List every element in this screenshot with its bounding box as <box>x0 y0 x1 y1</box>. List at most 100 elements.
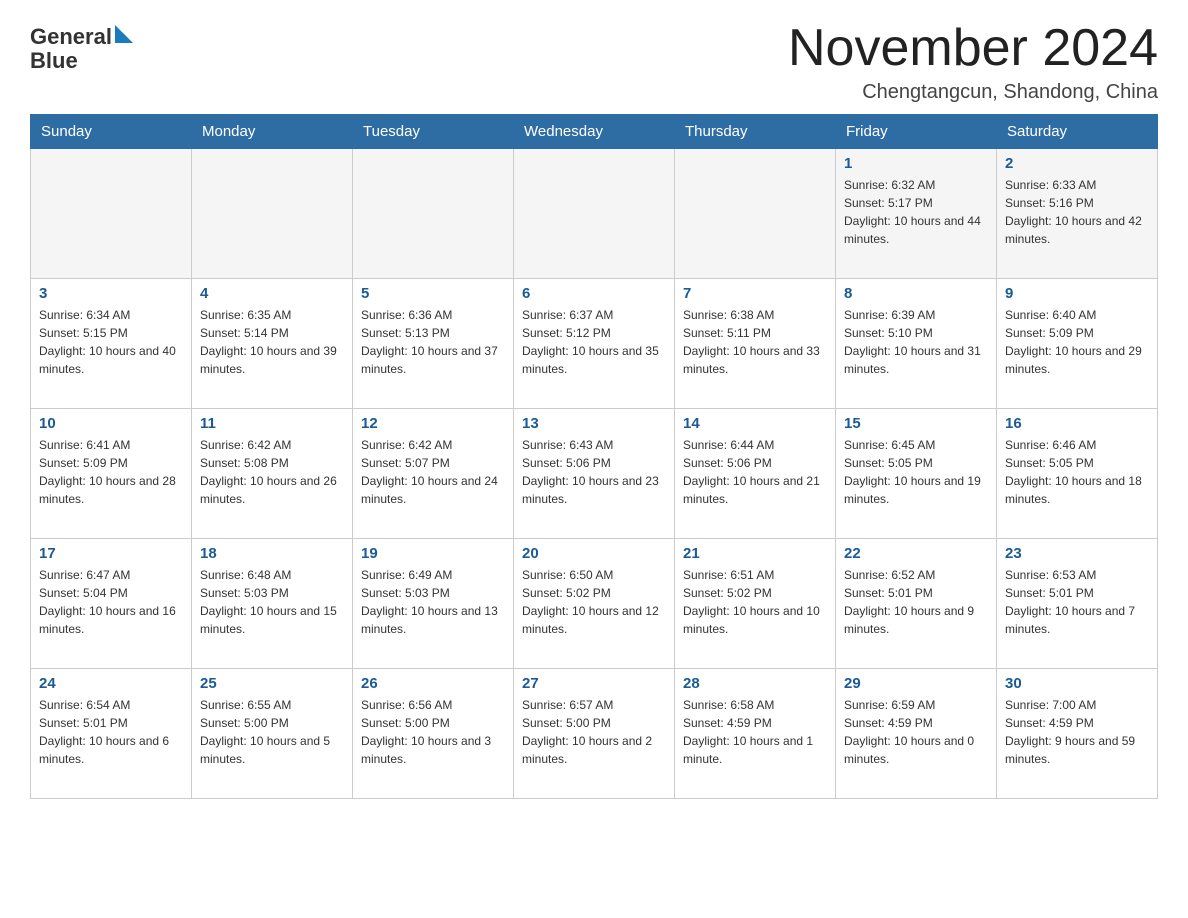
day-number: 3 <box>39 285 183 302</box>
day-number: 6 <box>522 285 666 302</box>
calendar-cell: 5 Sunrise: 6:36 AMSunset: 5:13 PMDaylight… <box>353 279 514 409</box>
calendar-cell: 8Sunrise: 6:39 AMSunset: 5:10 PMDaylight… <box>836 279 997 409</box>
day-number: 12 <box>361 415 505 432</box>
day-info: Sunrise: 7:00 AMSunset: 4:59 PMDaylight:… <box>1005 696 1149 768</box>
title-block: November 2024 Chengtangcun, Shandong, Ch… <box>788 20 1158 104</box>
location: Chengtangcun, Shandong, China <box>788 81 1158 104</box>
calendar-cell: 7 Sunrise: 6:38 AMSunset: 5:11 PMDaylight… <box>675 279 836 409</box>
day-number: 20 <box>522 545 666 562</box>
day-number: 24 <box>39 675 183 692</box>
day-info: Sunrise: 6:44 AMSunset: 5:06 PMDaylight:… <box>683 436 827 508</box>
weekday-header-friday: Friday <box>836 115 997 149</box>
day-info: Sunrise: 6:56 AMSunset: 5:00 PMDaylight:… <box>361 696 505 768</box>
day-info: Sunrise: 6:51 AMSunset: 5:02 PMDaylight:… <box>683 566 827 638</box>
calendar-cell: 26 Sunrise: 6:56 AMSunset: 5:00 PMDayligh… <box>353 669 514 799</box>
logo-block: General Blue <box>30 25 133 73</box>
day-info: Sunrise: 6:54 AMSunset: 5:01 PMDaylight:… <box>39 696 183 768</box>
day-info: Sunrise: 6:32 AMSunset: 5:17 PMDaylight:… <box>844 176 988 248</box>
day-info: Sunrise: 6:52 AMSunset: 5:01 PMDaylight:… <box>844 566 988 638</box>
calendar-cell: 25 Sunrise: 6:55 AMSunset: 5:00 PMDayligh… <box>192 669 353 799</box>
calendar-cell: 10 Sunrise: 6:41 AMSunset: 5:09 PMDayligh… <box>31 409 192 539</box>
day-number: 13 <box>522 415 666 432</box>
week-row-4: 17 Sunrise: 6:47 AMSunset: 5:04 PMDayligh… <box>31 539 1158 669</box>
day-info: Sunrise: 6:38 AMSunset: 5:11 PMDaylight:… <box>683 306 827 378</box>
calendar-cell: 15Sunrise: 6:45 AMSunset: 5:05 PMDayligh… <box>836 409 997 539</box>
calendar-cell: 29 Sunrise: 6:59 AMSunset: 4:59 PMDayligh… <box>836 669 997 799</box>
calendar-cell: 14 Sunrise: 6:44 AMSunset: 5:06 PMDayligh… <box>675 409 836 539</box>
day-info: Sunrise: 6:46 AMSunset: 5:05 PMDaylight:… <box>1005 436 1149 508</box>
calendar-cell: 2 Sunrise: 6:33 AMSunset: 5:16 PMDaylight… <box>997 149 1158 279</box>
calendar-cell: 11Sunrise: 6:42 AMSunset: 5:08 PMDayligh… <box>192 409 353 539</box>
day-info: Sunrise: 6:47 AMSunset: 5:04 PMDaylight:… <box>39 566 183 638</box>
day-info: Sunrise: 6:33 AMSunset: 5:16 PMDaylight:… <box>1005 176 1149 248</box>
weekday-header-row: SundayMondayTuesdayWednesdayThursdayFrid… <box>31 115 1158 149</box>
week-row-3: 10 Sunrise: 6:41 AMSunset: 5:09 PMDayligh… <box>31 409 1158 539</box>
day-info: Sunrise: 6:59 AMSunset: 4:59 PMDaylight:… <box>844 696 988 768</box>
calendar-cell: 27 Sunrise: 6:57 AMSunset: 5:00 PMDayligh… <box>514 669 675 799</box>
day-number: 14 <box>683 415 827 432</box>
calendar-cell <box>192 149 353 279</box>
day-number: 2 <box>1005 155 1149 172</box>
day-info: Sunrise: 6:43 AMSunset: 5:06 PMDaylight:… <box>522 436 666 508</box>
day-number: 30 <box>1005 675 1149 692</box>
day-info: Sunrise: 6:39 AMSunset: 5:10 PMDaylight:… <box>844 306 988 378</box>
calendar-cell: 23 Sunrise: 6:53 AMSunset: 5:01 PMDayligh… <box>997 539 1158 669</box>
day-info: Sunrise: 6:49 AMSunset: 5:03 PMDaylight:… <box>361 566 505 638</box>
day-number: 10 <box>39 415 183 432</box>
day-info: Sunrise: 6:50 AMSunset: 5:02 PMDaylight:… <box>522 566 666 638</box>
day-number: 26 <box>361 675 505 692</box>
logo-triangle-icon <box>115 25 133 43</box>
logo-text-general: General <box>30 25 112 49</box>
calendar-cell: 24 Sunrise: 6:54 AMSunset: 5:01 PMDayligh… <box>31 669 192 799</box>
day-number: 11 <box>200 415 344 432</box>
day-number: 27 <box>522 675 666 692</box>
day-info: Sunrise: 6:36 AMSunset: 5:13 PMDaylight:… <box>361 306 505 378</box>
day-info: Sunrise: 6:40 AMSunset: 5:09 PMDaylight:… <box>1005 306 1149 378</box>
calendar-cell: 21 Sunrise: 6:51 AMSunset: 5:02 PMDayligh… <box>675 539 836 669</box>
day-number: 18 <box>200 545 344 562</box>
calendar-cell: 22Sunrise: 6:52 AMSunset: 5:01 PMDayligh… <box>836 539 997 669</box>
calendar-cell: 30 Sunrise: 7:00 AMSunset: 4:59 PMDayligh… <box>997 669 1158 799</box>
day-number: 16 <box>1005 415 1149 432</box>
calendar-cell: 16 Sunrise: 6:46 AMSunset: 5:05 PMDayligh… <box>997 409 1158 539</box>
weekday-header-wednesday: Wednesday <box>514 115 675 149</box>
weekday-header-monday: Monday <box>192 115 353 149</box>
day-info: Sunrise: 6:42 AMSunset: 5:07 PMDaylight:… <box>361 436 505 508</box>
logo: General Blue <box>30 25 133 73</box>
day-number: 29 <box>844 675 988 692</box>
calendar-cell: 6Sunrise: 6:37 AMSunset: 5:12 PMDaylight… <box>514 279 675 409</box>
calendar-cell: 28Sunrise: 6:58 AMSunset: 4:59 PMDayligh… <box>675 669 836 799</box>
page-header: General Blue November 2024 Chengtangcun,… <box>30 20 1158 104</box>
day-number: 5 <box>361 285 505 302</box>
calendar-cell: 12 Sunrise: 6:42 AMSunset: 5:07 PMDayligh… <box>353 409 514 539</box>
calendar-cell: 20 Sunrise: 6:50 AMSunset: 5:02 PMDayligh… <box>514 539 675 669</box>
day-info: Sunrise: 6:41 AMSunset: 5:09 PMDaylight:… <box>39 436 183 508</box>
calendar-cell: 18Sunrise: 6:48 AMSunset: 5:03 PMDayligh… <box>192 539 353 669</box>
calendar-cell: 3 Sunrise: 6:34 AMSunset: 5:15 PMDaylight… <box>31 279 192 409</box>
month-title: November 2024 <box>788 20 1158 77</box>
day-info: Sunrise: 6:57 AMSunset: 5:00 PMDaylight:… <box>522 696 666 768</box>
day-info: Sunrise: 6:34 AMSunset: 5:15 PMDaylight:… <box>39 306 183 378</box>
day-number: 9 <box>1005 285 1149 302</box>
weekday-header-saturday: Saturday <box>997 115 1158 149</box>
calendar-cell <box>514 149 675 279</box>
calendar-cell: 19 Sunrise: 6:49 AMSunset: 5:03 PMDayligh… <box>353 539 514 669</box>
day-number: 17 <box>39 545 183 562</box>
day-number: 28 <box>683 675 827 692</box>
day-info: Sunrise: 6:53 AMSunset: 5:01 PMDaylight:… <box>1005 566 1149 638</box>
day-number: 4 <box>200 285 344 302</box>
day-number: 7 <box>683 285 827 302</box>
day-number: 19 <box>361 545 505 562</box>
day-number: 25 <box>200 675 344 692</box>
day-info: Sunrise: 6:45 AMSunset: 5:05 PMDaylight:… <box>844 436 988 508</box>
calendar-cell <box>353 149 514 279</box>
day-number: 21 <box>683 545 827 562</box>
calendar-cell <box>31 149 192 279</box>
day-info: Sunrise: 6:55 AMSunset: 5:00 PMDaylight:… <box>200 696 344 768</box>
weekday-header-tuesday: Tuesday <box>353 115 514 149</box>
day-number: 23 <box>1005 545 1149 562</box>
week-row-1: 1Sunrise: 6:32 AMSunset: 5:17 PMDaylight… <box>31 149 1158 279</box>
calendar-cell: 1Sunrise: 6:32 AMSunset: 5:17 PMDaylight… <box>836 149 997 279</box>
day-info: Sunrise: 6:35 AMSunset: 5:14 PMDaylight:… <box>200 306 344 378</box>
week-row-2: 3 Sunrise: 6:34 AMSunset: 5:15 PMDaylight… <box>31 279 1158 409</box>
